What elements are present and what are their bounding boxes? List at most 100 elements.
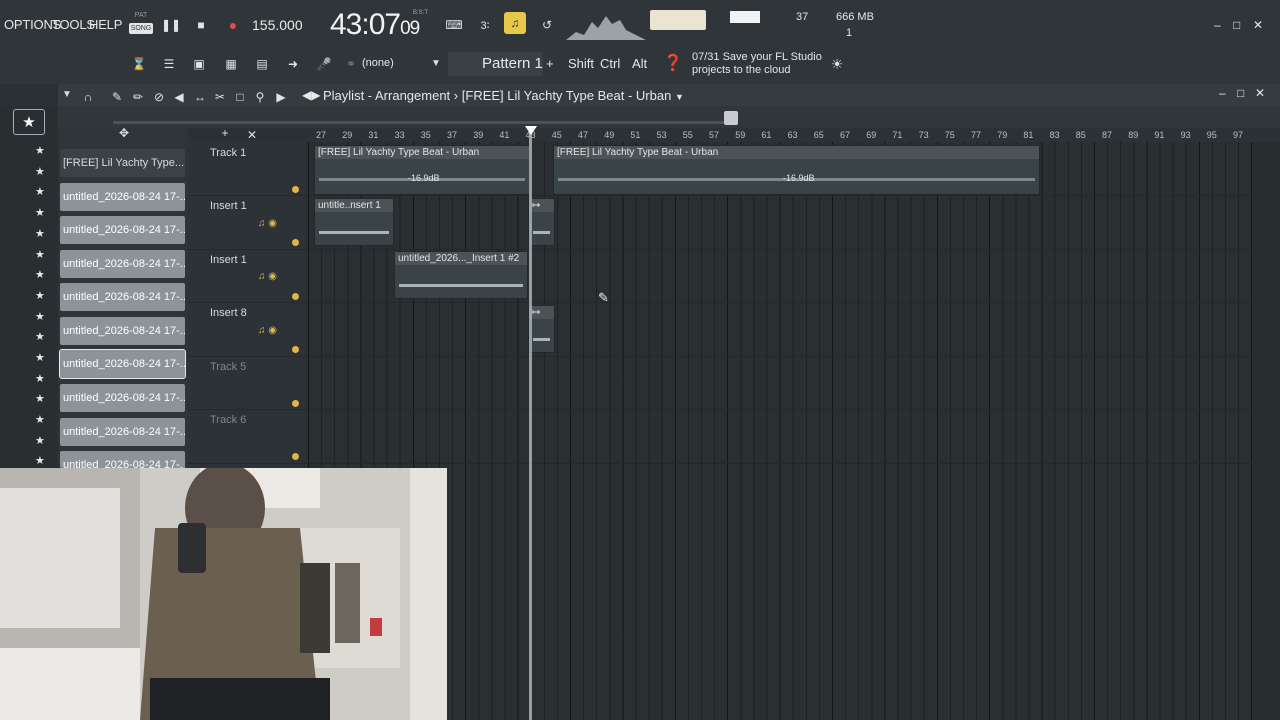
track-mute-led[interactable] bbox=[292, 293, 299, 300]
magnet-icon[interactable]: ∩ bbox=[77, 86, 99, 108]
playlist-close-icon[interactable]: ✕ bbox=[1255, 86, 1265, 100]
picker-audio-item[interactable]: untitled_2026-08-24 17-... bbox=[60, 183, 185, 211]
audio-clip[interactable]: ↦ bbox=[528, 198, 555, 246]
star-icon[interactable]: ★ bbox=[35, 434, 45, 447]
pencil-icon[interactable]: ✎ bbox=[106, 86, 128, 108]
mute-tool-icon[interactable]: ◀ bbox=[168, 86, 190, 108]
title-chevron-icon[interactable]: ▼ bbox=[675, 92, 684, 102]
picker-audio-item[interactable]: untitled_2026-08-24 17-... bbox=[60, 283, 185, 311]
mixer-icon[interactable]: ▤ bbox=[251, 53, 273, 75]
pattern-clip[interactable]: [FREE] Lil Yachty Type Beat - Urban -16.… bbox=[314, 145, 530, 195]
step-edit-icon[interactable]: 3∶ bbox=[474, 14, 496, 36]
tempo-display[interactable]: 155.000 bbox=[252, 17, 303, 33]
window-arrows-icon[interactable]: ◀▶ bbox=[302, 88, 320, 102]
scroll-thumb[interactable] bbox=[724, 111, 738, 125]
star-icon[interactable]: ★ bbox=[35, 330, 45, 343]
center-icon[interactable]: ✥ bbox=[113, 122, 135, 144]
track-mute-led[interactable] bbox=[292, 346, 299, 353]
alt-key[interactable]: Alt bbox=[632, 56, 647, 71]
playlist-menu-icon[interactable]: ▼ bbox=[62, 89, 72, 100]
track-name[interactable]: Track 5 bbox=[210, 361, 246, 373]
track-name[interactable]: Insert 1 bbox=[210, 254, 247, 266]
menu-help[interactable]: HELP bbox=[89, 17, 122, 32]
playlist-maximize-icon[interactable]: □ bbox=[1237, 86, 1244, 100]
globe-icon[interactable]: ☀ bbox=[826, 53, 848, 75]
star-icon[interactable]: ★ bbox=[35, 310, 45, 323]
track-name[interactable]: Insert 8 bbox=[210, 307, 247, 319]
star-icon[interactable]: ★ bbox=[35, 144, 45, 157]
star-icon[interactable]: ★ bbox=[35, 372, 45, 385]
picker-audio-item[interactable]: untitled_2026-08-24 17-... bbox=[60, 384, 185, 412]
picker-audio-item[interactable]: untitled_2026-08-24 17-... bbox=[59, 349, 186, 379]
track-mute-led[interactable] bbox=[292, 239, 299, 246]
playhead-marker-icon[interactable] bbox=[525, 126, 537, 135]
audio-clip[interactable]: untitle..nsert 1 bbox=[314, 198, 394, 246]
vertical-scrollbar[interactable] bbox=[1252, 142, 1280, 720]
picker-audio-item[interactable]: untitled_2026-08-24 17-... bbox=[60, 451, 185, 468]
playback-icon[interactable]: ▶ bbox=[270, 86, 292, 108]
maximize-icon[interactable]: □ bbox=[1233, 18, 1240, 32]
picker-audio-item[interactable]: untitled_2026-08-24 17-... bbox=[60, 216, 185, 244]
select-icon[interactable]: □ bbox=[229, 86, 251, 108]
star-icon[interactable]: ★ bbox=[35, 351, 45, 364]
pattern-clip[interactable]: [FREE] Lil Yachty Type Beat - Urban -16.… bbox=[553, 145, 1040, 195]
track-name[interactable]: Track 1 bbox=[210, 147, 246, 159]
star-icon[interactable]: ★ bbox=[35, 454, 45, 467]
track-name[interactable]: Track 6 bbox=[210, 414, 246, 426]
ctrl-key[interactable]: Ctrl bbox=[600, 56, 620, 71]
shift-key[interactable]: Shift bbox=[568, 56, 594, 71]
track-mute-led[interactable] bbox=[292, 453, 299, 460]
pattern-selector[interactable]: Pattern 1 bbox=[448, 52, 543, 76]
brush-icon[interactable]: ✏ bbox=[127, 86, 149, 108]
chevron-down-icon[interactable]: ▼ bbox=[431, 58, 441, 69]
headphone-icon[interactable]: ⚭ bbox=[340, 53, 362, 75]
picker-audio-item[interactable]: untitled_2026-08-24 17-... bbox=[60, 418, 185, 446]
star-icon[interactable]: ★ bbox=[35, 165, 45, 178]
slip-icon[interactable]: ↔ bbox=[189, 86, 211, 108]
star-icon[interactable]: ★ bbox=[35, 268, 45, 281]
microphone-icon[interactable]: 🎤 bbox=[313, 53, 335, 75]
star-icon[interactable]: ★ bbox=[35, 392, 45, 405]
metronome-icon[interactable]: ♫ bbox=[504, 12, 526, 34]
midi-device-select[interactable]: (none) bbox=[362, 57, 394, 69]
star-icon[interactable]: ★ bbox=[35, 227, 45, 240]
picker-audio-item[interactable]: untitled_2026-08-24 17-... bbox=[60, 250, 185, 278]
star-icon[interactable]: ★ bbox=[35, 289, 45, 302]
audio-clip[interactable]: untitled_2026..._Insert 1 #2 bbox=[394, 251, 528, 299]
delete-icon[interactable]: ⊘ bbox=[148, 86, 170, 108]
playlist-minimize-icon[interactable]: – bbox=[1219, 86, 1226, 100]
minimize-icon[interactable]: – bbox=[1214, 18, 1221, 32]
channel-rack-icon[interactable]: ▦ bbox=[220, 53, 242, 75]
star-icon[interactable]: ★ bbox=[35, 185, 45, 198]
star-icon[interactable]: ★ bbox=[35, 413, 45, 426]
speaker-icon[interactable]: ♫ ◉ bbox=[258, 271, 277, 282]
slice-icon[interactable]: ✂ bbox=[209, 86, 231, 108]
typing-keyboard-icon[interactable]: ⌨ bbox=[443, 14, 465, 36]
picker-audio-item[interactable]: untitled_2026-08-24 17-... bbox=[60, 317, 185, 345]
playhead[interactable] bbox=[529, 128, 532, 720]
piano-roll-icon[interactable]: ▣ bbox=[188, 53, 210, 75]
audio-clip[interactable]: ↦ bbox=[528, 305, 555, 353]
track-mute-led[interactable] bbox=[292, 400, 299, 407]
snap-icon[interactable]: ⌛ bbox=[128, 53, 150, 75]
horizontal-scrollbar[interactable] bbox=[113, 121, 733, 124]
track-name[interactable]: Insert 1 bbox=[210, 200, 247, 212]
wait-input-icon[interactable]: ↺ bbox=[536, 14, 558, 36]
arrow-right-icon[interactable]: ➜ bbox=[282, 53, 304, 75]
playlist-icon[interactable]: ☰ bbox=[158, 53, 180, 75]
close-icon[interactable]: ✕ bbox=[1253, 18, 1263, 32]
record-button[interactable]: ● bbox=[222, 14, 244, 36]
add-icon[interactable]: + bbox=[214, 122, 236, 144]
add-pattern-button[interactable]: + bbox=[546, 56, 554, 71]
favorites-star-icon[interactable]: ★ bbox=[13, 109, 45, 135]
stop-button[interactable]: ■ bbox=[190, 14, 212, 36]
star-icon[interactable]: ★ bbox=[35, 248, 45, 261]
star-icon[interactable]: ★ bbox=[35, 206, 45, 219]
zoom-icon[interactable]: ⚲ bbox=[249, 86, 271, 108]
track-mute-led[interactable] bbox=[292, 186, 299, 193]
time-display[interactable]: 43:0709 bbox=[330, 8, 420, 42]
song-pattern-toggle[interactable]: PAT SONG bbox=[127, 11, 155, 39]
picker-pattern-item[interactable]: [FREE] Lil Yachty Type... bbox=[60, 149, 185, 177]
speaker-icon[interactable]: ♫ ◉ bbox=[258, 325, 277, 336]
speaker-icon[interactable]: ♫ ◉ bbox=[258, 218, 277, 229]
